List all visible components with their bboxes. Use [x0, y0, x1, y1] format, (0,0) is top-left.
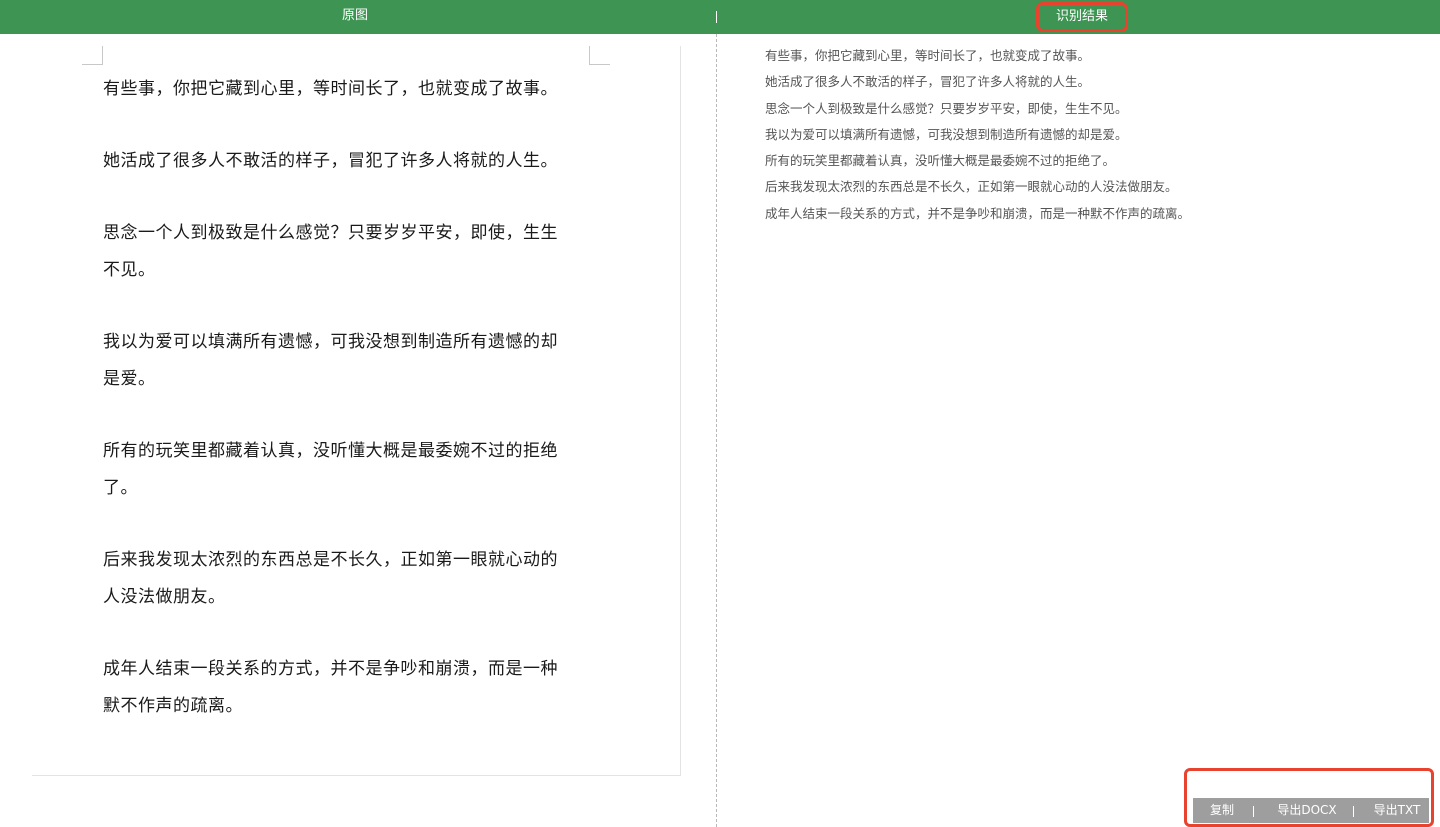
document-paragraph: 有些事，你把它藏到心里，等时间长了，也就变成了故事。 — [103, 71, 603, 108]
document-paragraph: 我以为爱可以填满所有遗憾，可我没想到制造所有遗憾的却 是爱。 — [103, 324, 603, 398]
original-image-pane: 有些事，你把它藏到心里，等时间长了，也就变成了故事。 她活成了很多人不敢活的样子，… — [0, 34, 716, 827]
result-line: 成年人结束一段关系的方式，并不是争吵和崩溃，而是一种默不作声的疏离。 — [765, 205, 1191, 221]
export-actions-highlight: 复制 导出DOCX 导出TXT — [1184, 768, 1434, 827]
header-divider — [716, 11, 717, 23]
document-paragraph: 后来我发现太浓烈的东西总是不长久，正如第一眼就心动的 人没法做朋友。 — [103, 542, 603, 616]
document-line: 默不作声的疏离。 — [103, 696, 243, 716]
document-line: 所有的玩笑里都藏着认真，没听懂大概是最委婉不过的拒绝 — [103, 441, 558, 461]
result-line: 所有的玩笑里都藏着认真，没听懂大概是最委婉不过的拒绝了。 — [765, 153, 1116, 169]
copy-button[interactable]: 复制 — [1201, 798, 1243, 823]
document-line: 我以为爱可以填满所有遗憾，可我没想到制造所有遗憾的却 — [103, 332, 558, 352]
action-separator — [1253, 806, 1254, 817]
page-corner-mark-right — [589, 46, 610, 65]
document-line: 思念一个人到极致是什么感觉？只要岁岁平安，即使，生生 — [103, 223, 558, 243]
export-txt-button[interactable]: 导出TXT — [1369, 798, 1425, 823]
result-line: 她活成了很多人不敢活的样子，冒犯了许多人将就的人生。 — [765, 74, 1091, 90]
tab-original-image[interactable]: 原图 — [305, 0, 405, 34]
document-line: 是爱。 — [103, 369, 156, 389]
document-line: 不见。 — [103, 260, 156, 280]
tab-recognition-result[interactable]: 识别结果 — [1036, 2, 1128, 32]
action-separator — [1353, 806, 1354, 817]
recognition-result-pane: 有些事，你把它藏到心里，等时间长了，也就变成了故事。 她活成了很多人不敢活的样子… — [717, 34, 1440, 827]
result-line: 我以为爱可以填满所有遗憾，可我没想到制造所有遗憾的却是爱。 — [765, 126, 1128, 142]
document-page: 有些事，你把它藏到心里，等时间长了，也就变成了故事。 她活成了很多人不敢活的样子，… — [32, 46, 681, 776]
document-paragraph: 成年人结束一段关系的方式，并不是争吵和崩溃，而是一种 默不作声的疏离。 — [103, 651, 603, 725]
export-docx-button[interactable]: 导出DOCX — [1269, 798, 1345, 823]
result-line: 思念一个人到极致是什么感觉？只要岁岁平安，即使，生生不见。 — [765, 100, 1128, 116]
page-corner-mark-left — [82, 46, 103, 65]
document-paragraph: 所有的玩笑里都藏着认真，没听懂大概是最委婉不过的拒绝 了。 — [103, 433, 603, 507]
result-line: 后来我发现太浓烈的东西总是不长久，正如第一眼就心动的人没法做朋友。 — [765, 179, 1178, 195]
document-line: 有些事，你把它藏到心里，等时间长了，也就变成了故事。 — [103, 79, 558, 99]
document-line: 人没法做朋友。 — [103, 587, 226, 607]
document-line: 她活成了很多人不敢活的样子，冒犯了许多人将就的人生。 — [103, 151, 558, 171]
document-line: 了。 — [103, 478, 138, 498]
document-paragraph: 思念一个人到极致是什么感觉？只要岁岁平安，即使，生生 不见。 — [103, 215, 603, 289]
document-paragraph: 她活成了很多人不敢活的样子，冒犯了许多人将就的人生。 — [103, 143, 603, 180]
document-text: 有些事，你把它藏到心里，等时间长了，也就变成了故事。 她活成了很多人不敢活的样子，… — [103, 71, 603, 760]
recognized-text[interactable]: 有些事，你把它藏到心里，等时间长了，也就变成了故事。 她活成了很多人不敢活的样子… — [765, 43, 1405, 227]
top-header-bar: 原图 识别结果 — [0, 0, 1440, 34]
document-line: 后来我发现太浓烈的东西总是不长久，正如第一眼就心动的 — [103, 550, 558, 570]
document-line: 成年人结束一段关系的方式，并不是争吵和崩溃，而是一种 — [103, 659, 558, 679]
action-toolbar: 复制 导出DOCX 导出TXT — [1193, 798, 1429, 823]
result-line: 有些事，你把它藏到心里，等时间长了，也就变成了故事。 — [765, 48, 1091, 63]
